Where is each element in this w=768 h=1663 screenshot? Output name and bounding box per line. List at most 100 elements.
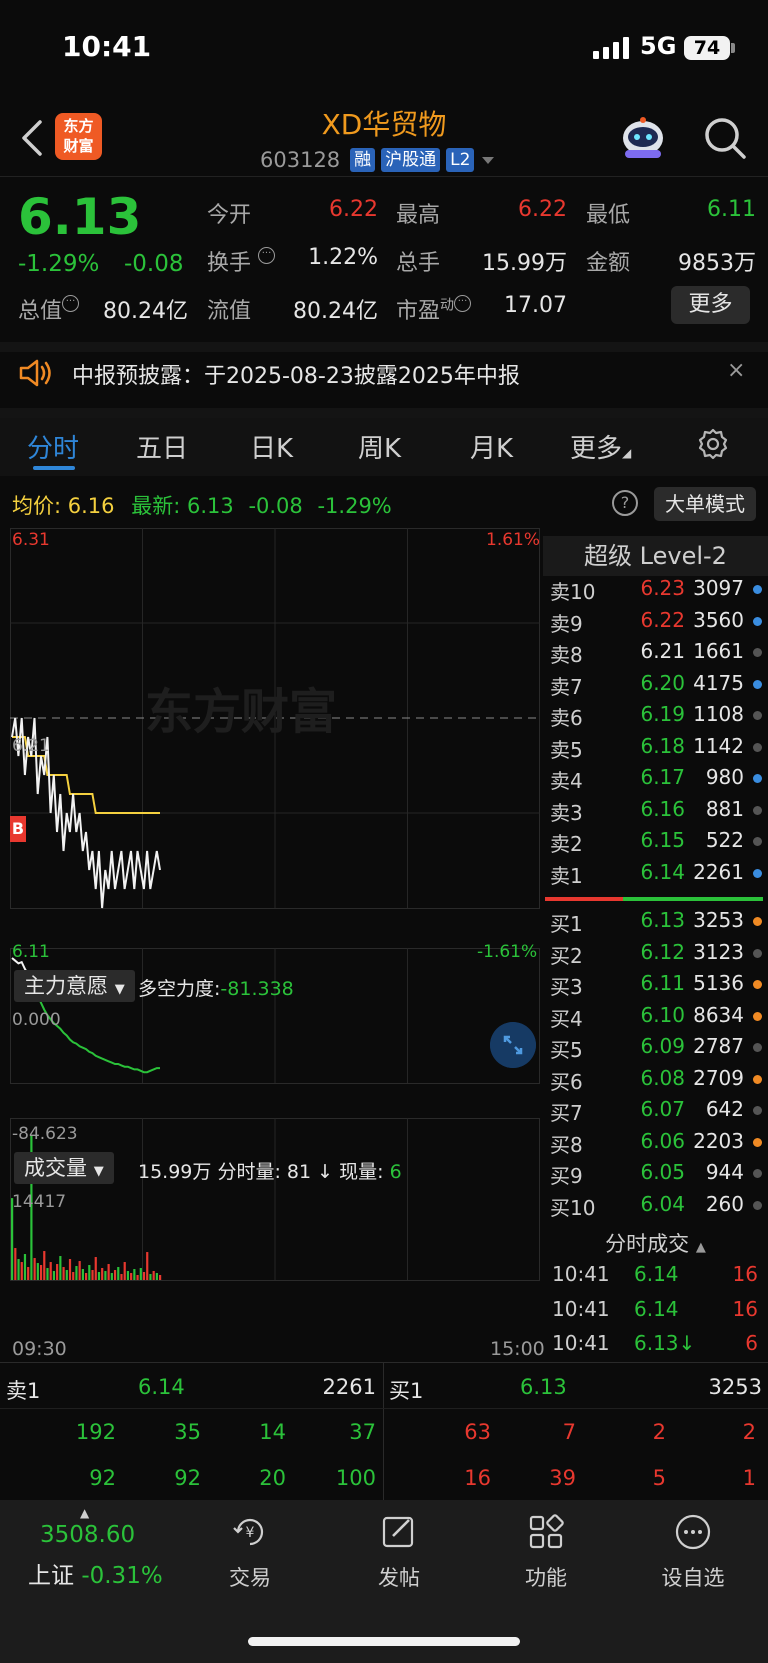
trade-time: 10:41 — [552, 1331, 610, 1355]
bid-label: 买2 — [550, 943, 583, 968]
buy-marker[interactable]: B — [10, 816, 26, 842]
ask-volume: 522 — [705, 828, 744, 852]
info-icon[interactable]: ··· — [62, 295, 80, 312]
order-dot-icon — [753, 679, 762, 689]
trades-title[interactable]: 分时成交 ▲ — [543, 1228, 768, 1258]
ask-row[interactable]: 卖9 6.22 3560 — [550, 608, 764, 640]
tab-daily-k[interactable]: 日K — [250, 428, 293, 465]
volume-bar — [81, 1269, 84, 1280]
volume-value: 15.99万 — [482, 251, 567, 276]
order-book-title[interactable]: 超级 Level-2 — [543, 536, 768, 576]
price-axis-top: 6.31 — [12, 530, 50, 550]
ask-row[interactable]: 卖8 6.21 1661 — [550, 639, 764, 671]
info-icon[interactable]: ··· — [258, 247, 276, 264]
volume-selector[interactable]: 成交量 ▼ — [14, 1152, 114, 1184]
bid-label: 买3 — [550, 975, 583, 999]
speaker-icon — [19, 359, 51, 387]
order-dot-icon — [753, 711, 762, 720]
gear-icon[interactable] — [696, 427, 730, 461]
queue-order-volume: 100 — [335, 1466, 376, 1490]
nav-trade[interactable]: ¥ 交易 — [195, 1512, 305, 1592]
ask-bid-split-green — [623, 897, 763, 901]
ask-row[interactable]: 卖10 6.23 3097 — [550, 576, 764, 608]
ask-row[interactable]: 卖3 6.16 881 — [550, 797, 764, 829]
tab-weekly-k[interactable]: 周K — [358, 428, 401, 465]
bid-row[interactable]: 买6 6.08 2709 — [550, 1066, 764, 1098]
tab-intraday[interactable]: 分时 — [27, 428, 79, 465]
more-circle-icon — [675, 1514, 711, 1550]
nav-watchlist[interactable]: 设自选 — [638, 1512, 748, 1592]
stock-code-row[interactable]: 603128 融 沪股通 L2 — [260, 148, 496, 172]
ask-row[interactable]: 卖5 6.18 1142 — [550, 734, 764, 766]
bid-row[interactable]: 买3 6.11 5136 — [550, 971, 764, 1003]
order-dot-icon — [753, 980, 762, 989]
info-icon[interactable]: ··· — [454, 295, 472, 312]
edit-post-icon — [382, 1516, 414, 1548]
bid-row[interactable]: 买8 6.06 2203 — [550, 1129, 764, 1161]
notice-text[interactable]: 中报预披露：于2025-08-23披露2025年中报 — [72, 358, 520, 390]
ask-volume: 3097 — [693, 576, 744, 600]
amount-label: 金额 — [586, 251, 631, 276]
order-dot-icon — [753, 917, 762, 926]
price-axis-bottom: 6.11 — [12, 942, 50, 962]
volume-bar — [149, 1274, 152, 1280]
index-info[interactable]: 上证 -0.31% — [28, 1556, 163, 1590]
nav-post[interactable]: 发帖 — [344, 1512, 454, 1592]
help-icon[interactable]: ? — [612, 490, 638, 516]
network-type: 5G — [640, 32, 677, 60]
stock-code: 603128 — [260, 148, 341, 172]
big-order-mode-button[interactable]: 大单模式 — [654, 487, 756, 521]
time-axis-start: 09:30 — [12, 1338, 67, 1360]
intraday-chart[interactable]: 东方财富 — [10, 528, 542, 1362]
volume-bar — [62, 1267, 65, 1280]
tab-five-day[interactable]: 五日 — [136, 428, 188, 465]
ask-row[interactable]: 卖7 6.20 4175 — [550, 671, 764, 703]
trade-price: 6.13↓ — [634, 1331, 696, 1355]
low-value: 6.11 — [707, 197, 756, 222]
bid-price: 6.05 — [640, 1160, 685, 1184]
bid-row[interactable]: 买5 6.09 2787 — [550, 1034, 764, 1066]
index-value[interactable]: 3508.60 — [40, 1522, 135, 1548]
ask-row[interactable]: 卖1 6.14 2261 — [550, 860, 764, 892]
ask-price: 6.20 — [640, 670, 685, 695]
more-button[interactable]: 更多 — [671, 286, 750, 324]
bid-row[interactable]: 买4 6.10 8634 — [550, 1003, 764, 1035]
order-dot-icon — [753, 1106, 762, 1115]
order-dot-icon — [753, 1137, 762, 1147]
queue-order-volume: 92 — [174, 1466, 201, 1490]
tab-monthly-k[interactable]: 月K — [470, 428, 513, 465]
ask-row[interactable]: 卖2 6.15 522 — [550, 828, 764, 860]
ask-row[interactable]: 卖6 6.19 1108 — [550, 702, 764, 734]
expand-icon[interactable] — [490, 1022, 536, 1068]
bid-row[interactable]: 买2 6.12 3123 — [550, 940, 764, 972]
tab-more[interactable]: 更多◢ — [570, 428, 631, 465]
home-indicator[interactable] — [248, 1637, 520, 1646]
bid-label: 买5 — [550, 1038, 583, 1062]
pct-axis-top: 1.61% — [486, 530, 541, 550]
bid-volume: 3123 — [693, 939, 744, 964]
level1-bid-price: 6.13 — [520, 1375, 567, 1399]
bid-row[interactable]: 买7 6.07 642 — [550, 1097, 764, 1129]
volume-bar — [39, 1265, 43, 1280]
ask-volume: 881 — [705, 796, 744, 821]
main-force-selector[interactable]: 主力意愿 ▼ — [14, 970, 135, 1002]
index-caret-up-icon: ▲ — [80, 1506, 90, 1520]
ask-volume: 1142 — [693, 733, 744, 758]
order-dot-icon — [753, 1169, 762, 1178]
bid-row[interactable]: 买1 6.13 3253 — [550, 908, 764, 940]
cellular-signal-icon — [593, 37, 629, 59]
bid-row[interactable]: 买9 6.05 944 — [550, 1160, 764, 1192]
bid-row[interactable]: 买10 6.04 260 — [550, 1192, 764, 1224]
ai-assistant-robot-icon[interactable] — [618, 112, 668, 162]
search-icon[interactable] — [703, 116, 747, 160]
svg-text:¥: ¥ — [246, 1525, 255, 1541]
notice-close-icon[interactable]: × — [727, 358, 745, 383]
bid-label: 买9 — [550, 1164, 583, 1188]
nav-functions[interactable]: 功能 — [491, 1512, 601, 1592]
bid-volume: 944 — [705, 1160, 744, 1184]
level1-bid-label: 买1 — [389, 1379, 424, 1403]
ask-row[interactable]: 卖4 6.17 980 — [550, 765, 764, 797]
caret-down-icon[interactable] — [480, 155, 496, 165]
volume-bar — [117, 1267, 120, 1280]
ask-price: 6.19 — [640, 702, 685, 726]
